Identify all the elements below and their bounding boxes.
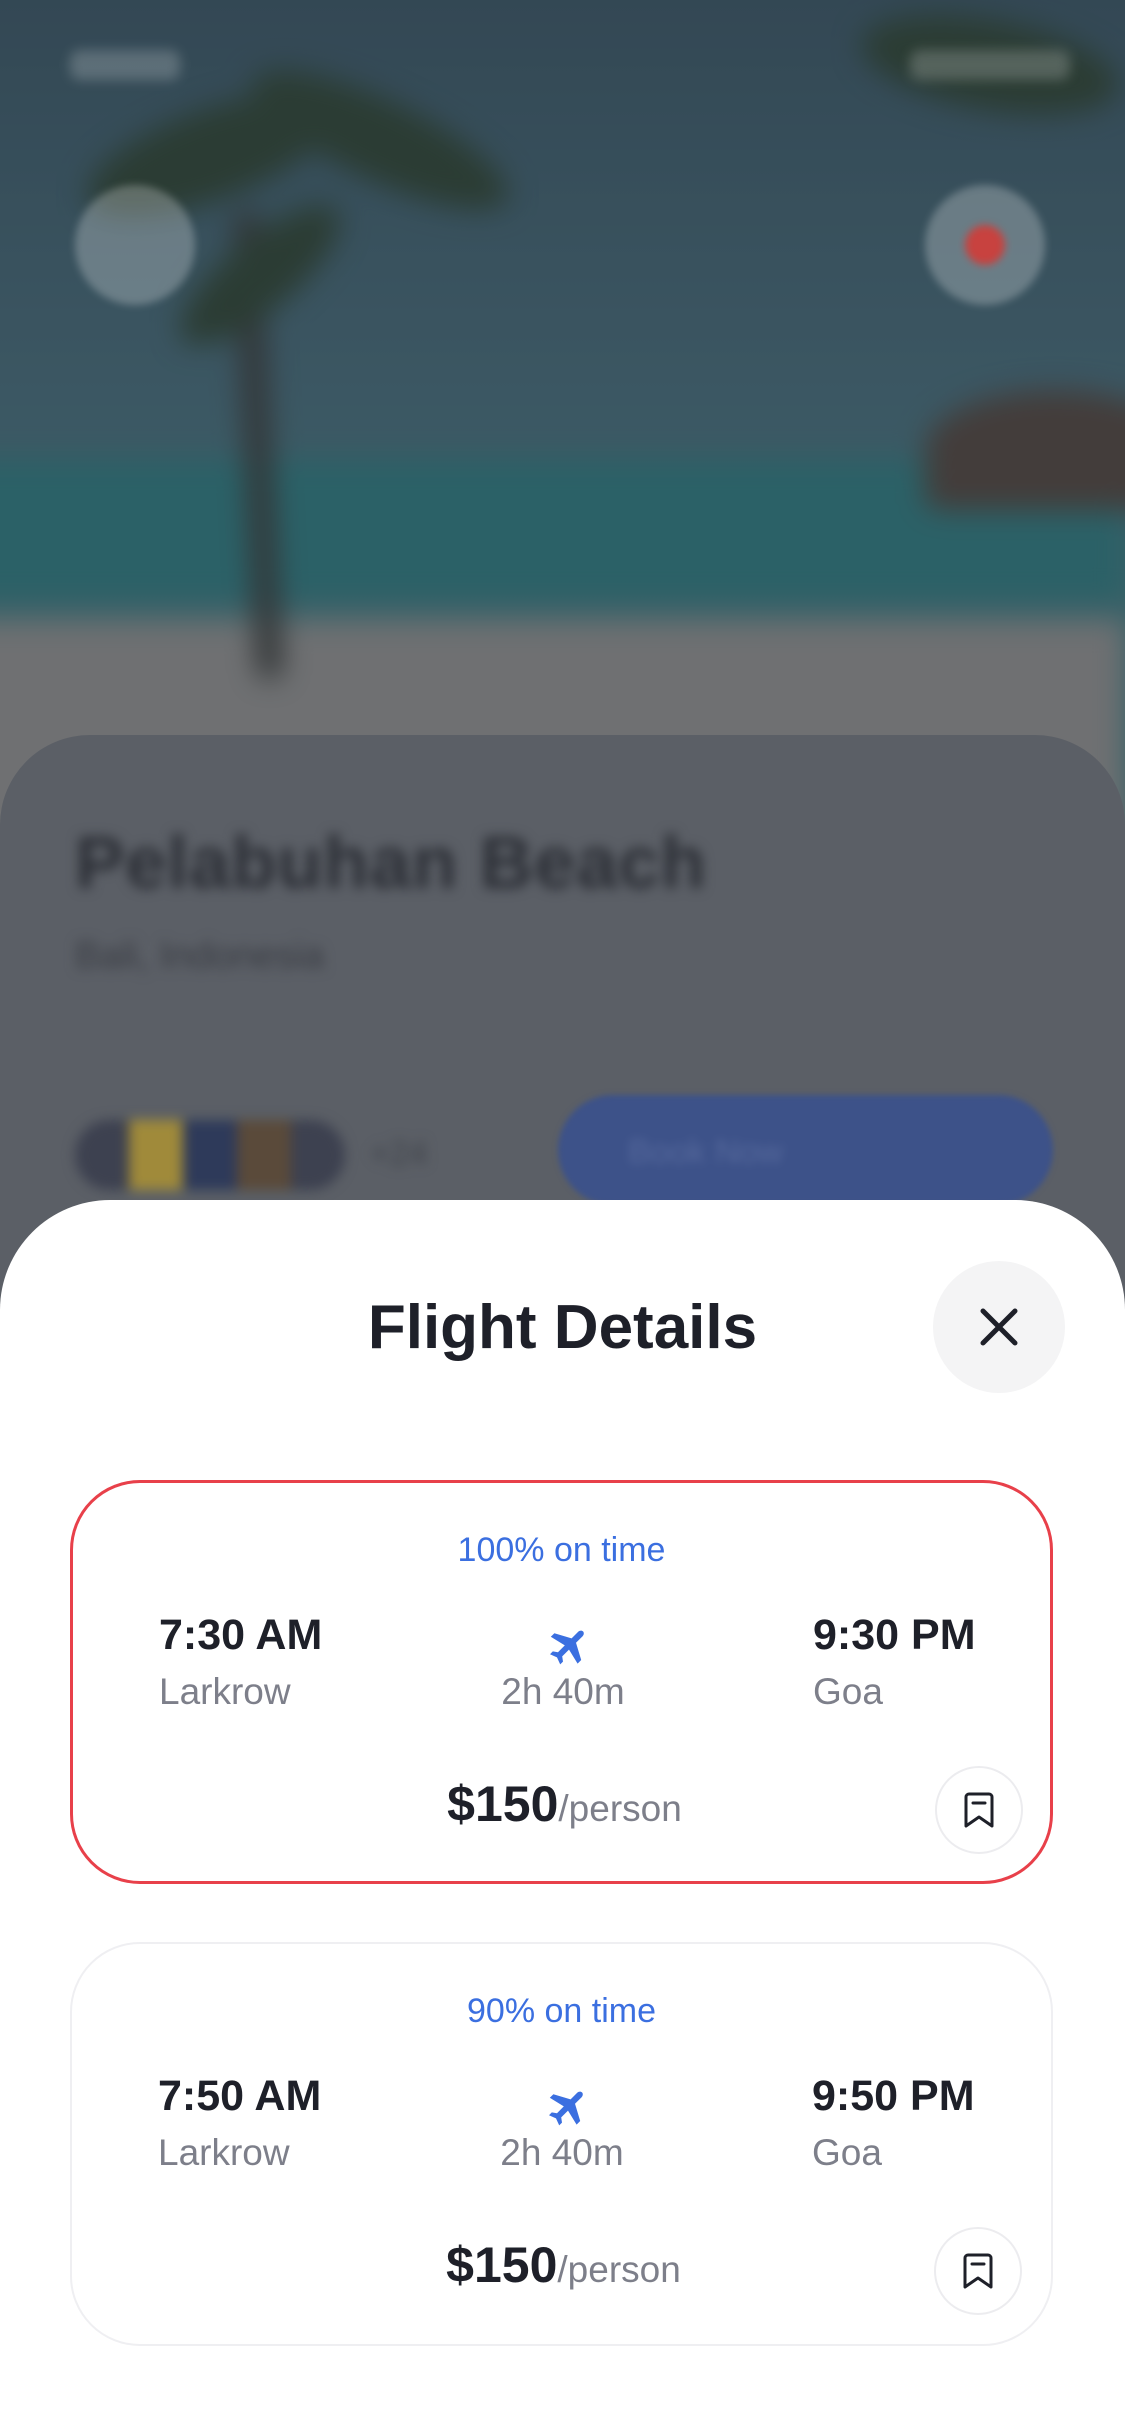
arrival-time: 9:50 PM [812, 2072, 975, 2120]
price-unit: /person [557, 2249, 681, 2290]
departure-time: 7:50 AM [158, 2072, 322, 2120]
airplane-icon [550, 1630, 584, 1665]
status-bar-time [70, 50, 180, 80]
arrival-city: Goa [812, 2132, 882, 2173]
bookmark-button[interactable] [934, 2227, 1022, 2315]
departure-time: 7:30 AM [159, 1611, 323, 1659]
place-title: Pelabuhan Beach [75, 821, 707, 904]
status-bar-icons [910, 50, 1070, 80]
price-row: $150/person [73, 1775, 1056, 1833]
place-location: Bali, Indonesia [75, 935, 325, 977]
bookmark-button[interactable] [935, 1766, 1023, 1854]
arrival-city: Goa [813, 1671, 883, 1712]
close-button[interactable] [933, 1261, 1065, 1393]
flight-duration: 2h 40m [501, 1671, 625, 1712]
price-unit: /person [558, 1788, 682, 1829]
book-now-label: Book Now [628, 1133, 783, 1171]
on-time-rate: 90% on time [467, 1992, 656, 2030]
on-time-rate: 100% on time [457, 1531, 666, 1569]
visitor-avatars [75, 1120, 345, 1190]
price: $150 [447, 1776, 559, 1832]
close-icon [980, 1308, 1018, 1346]
book-now-button: Book Now [558, 1095, 1053, 1205]
flight-card[interactable]: 90% on time 7:50 AM Larkrow 2h 40m 9:50 … [70, 1942, 1053, 2346]
arrival-time: 9:30 PM [813, 1611, 976, 1659]
bookmark-icon [964, 1792, 994, 1828]
visitor-count: +24 [370, 1135, 428, 1173]
back-button [75, 185, 195, 305]
airplane-icon [549, 2091, 583, 2126]
price-row: $150/person [72, 2236, 1055, 2294]
favorite-button [925, 185, 1045, 305]
price: $150 [446, 2237, 558, 2293]
flight-duration: 2h 40m [500, 2132, 624, 2173]
bookmark-icon [963, 2253, 993, 2289]
flight-card[interactable]: 100% on time 7:30 AM Larkrow 2h 40m 9:30… [70, 1480, 1053, 1884]
